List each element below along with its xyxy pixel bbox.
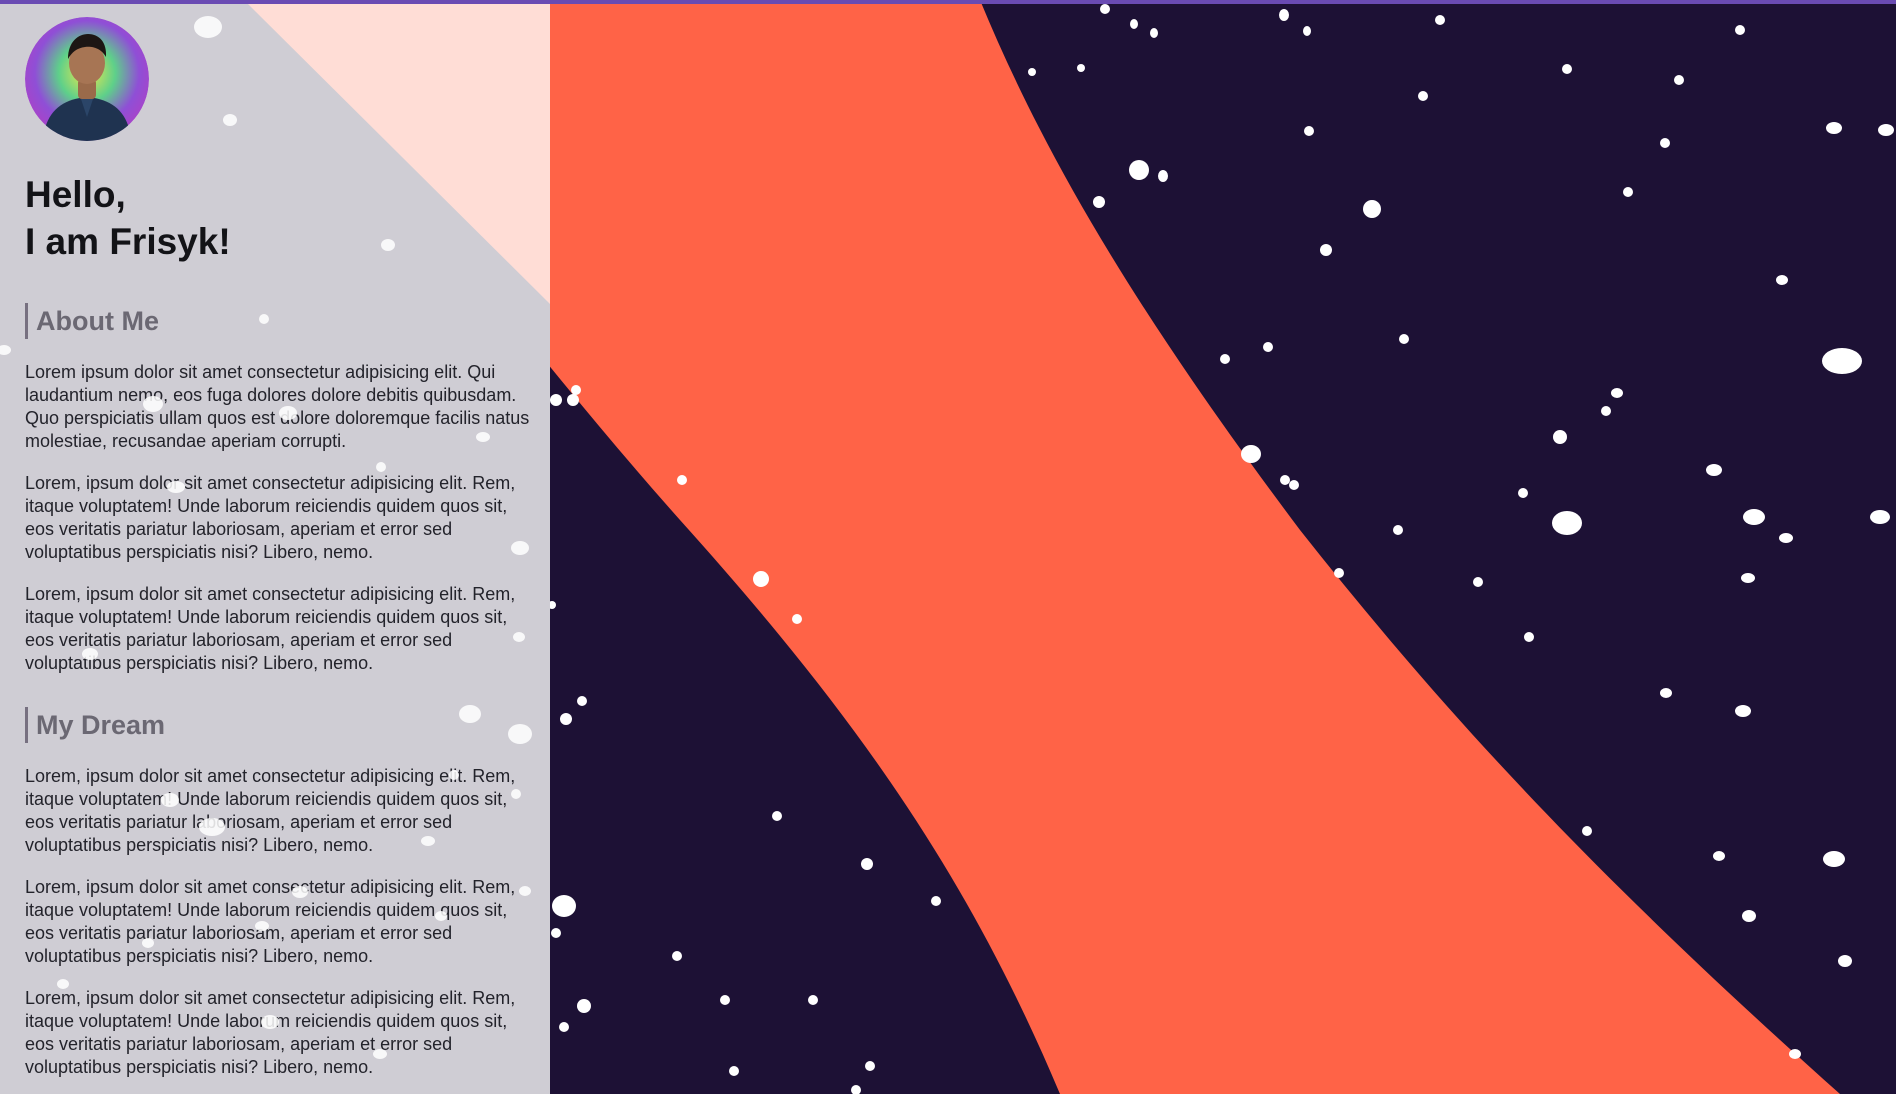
snowflake (1241, 445, 1261, 463)
snowflake (1582, 826, 1592, 836)
snowflake (1826, 122, 1842, 134)
greeting-heading: Hello, I am Frisyk! (25, 171, 530, 265)
greeting-line-1: Hello, (25, 174, 126, 215)
snowflake (577, 999, 591, 1013)
snowflake (577, 696, 587, 706)
snowflake (931, 896, 941, 906)
my-dream-paragraph: Lorem, ipsum dolor sit amet consectetur … (25, 766, 516, 855)
snowflake (567, 394, 579, 406)
snowflake (1473, 577, 1483, 587)
snowflake (1129, 160, 1149, 180)
snowflake (1263, 342, 1273, 352)
greeting-line-2: I am Frisyk! (25, 221, 231, 262)
snowflake (865, 1061, 875, 1071)
snowflake (720, 995, 730, 1005)
snowflake (550, 394, 562, 406)
snowflake (1870, 510, 1890, 524)
my-dream-paragraph: Lorem, ipsum dolor sit amet consectetur … (25, 988, 516, 1077)
snowflake (1220, 354, 1230, 364)
snowflake (1713, 851, 1725, 861)
snowflake (1735, 705, 1751, 717)
about-me-paragraph: Lorem, ipsum dolor sit amet consectetur … (25, 473, 516, 562)
snowflake (1878, 124, 1894, 136)
snowflake (1623, 187, 1633, 197)
snowflake (1158, 170, 1168, 182)
snowflake (1093, 196, 1105, 208)
snowflake (1789, 1049, 1801, 1059)
snowflake (1303, 26, 1311, 36)
snowflake (861, 858, 873, 870)
snowflake (1741, 573, 1755, 583)
snowflake (1289, 480, 1299, 490)
snowflake (560, 713, 572, 725)
snowflake (551, 928, 561, 938)
snowflake (1399, 334, 1409, 344)
snowflake (1779, 533, 1793, 543)
snowflake (559, 1022, 569, 1032)
snowflake (677, 475, 687, 485)
snowflake (1706, 464, 1722, 476)
snowflake (1611, 388, 1623, 398)
snowflake (1435, 15, 1445, 25)
snowflake (1077, 64, 1085, 72)
snowflake (1822, 348, 1862, 374)
snowflake (753, 571, 769, 587)
snowflake (772, 811, 782, 821)
my-dream-paragraph: Lorem, ipsum dolor sit amet consectetur … (25, 877, 516, 966)
about-me-paragraph: Lorem ipsum dolor sit amet consectetur a… (25, 362, 530, 451)
about-me-heading: About Me (25, 303, 530, 339)
snowflake (1393, 525, 1403, 535)
snowflake (1130, 19, 1138, 29)
snowflake (1553, 430, 1567, 444)
snowflake (1304, 126, 1314, 136)
my-dream-heading: My Dream (25, 707, 530, 743)
snowflake (1660, 688, 1672, 698)
snowflake (1674, 75, 1684, 85)
avatar[interactable] (25, 17, 149, 141)
snowflake (1418, 91, 1428, 101)
snowflake (1735, 25, 1745, 35)
snowflake (1601, 406, 1611, 416)
snowflake (552, 895, 576, 917)
snowflake (1320, 244, 1332, 256)
sidebar-content: Hello, I am Frisyk! About Me Lorem ipsum… (25, 17, 530, 1079)
snowflake (672, 951, 682, 961)
snowflake (1552, 511, 1582, 535)
snowflake (1280, 475, 1290, 485)
top-accent-strip (0, 0, 1896, 4)
snowflake (571, 385, 581, 395)
snowflake (1776, 275, 1788, 285)
snowflake (1279, 9, 1289, 21)
snowflake (1838, 955, 1852, 967)
snowflake (1150, 28, 1158, 38)
snowflake (1524, 632, 1534, 642)
snowflake (1660, 138, 1670, 148)
snowflake (1743, 509, 1765, 525)
about-me-paragraph: Lorem, ipsum dolor sit amet consectetur … (25, 584, 516, 673)
profile-sidebar: Hello, I am Frisyk! About Me Lorem ipsum… (0, 4, 550, 1094)
snowflake (1363, 200, 1381, 218)
snowflake (1518, 488, 1528, 498)
snowflake (792, 614, 802, 624)
snowflake (808, 995, 818, 1005)
snowflake (1562, 64, 1572, 74)
snowflake (729, 1066, 739, 1076)
snowflake (1100, 4, 1110, 14)
snowflake (1028, 68, 1036, 76)
snowflake (1823, 851, 1845, 867)
snowflake (1742, 910, 1756, 922)
snowflake (1334, 568, 1344, 578)
